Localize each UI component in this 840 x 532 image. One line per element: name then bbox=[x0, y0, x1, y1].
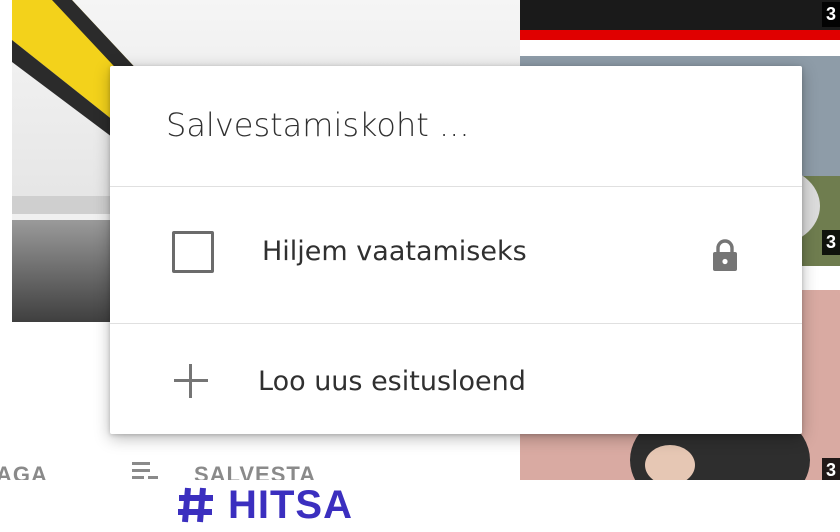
action-label-partial[interactable]: AGA bbox=[0, 462, 48, 480]
logo-text: HITSA bbox=[228, 482, 353, 527]
plus-icon bbox=[174, 364, 208, 398]
playlist-option-label: Hiljem vaatamiseks bbox=[262, 236, 527, 267]
duration-badge: 3 bbox=[821, 2, 840, 27]
save-to-playlist-menu: Salvestamiskoht ... Hiljem vaatamiseks L… bbox=[110, 66, 802, 434]
playlist-add-icon[interactable] bbox=[132, 462, 158, 480]
watch-progress-bar bbox=[520, 30, 840, 40]
create-playlist-label: Loo uus esitusloend bbox=[258, 366, 526, 397]
menu-title: Salvestamiskoht ... bbox=[166, 106, 470, 144]
duration-badge: 3 bbox=[821, 230, 840, 255]
save-button[interactable]: SALVESTA bbox=[194, 462, 316, 480]
related-video-thumbnail[interactable]: 3 bbox=[520, 0, 840, 40]
video-actions: AGA SALVESTA bbox=[0, 450, 520, 480]
duration-badge: 3 bbox=[821, 458, 840, 480]
hitsa-logo: HITSA bbox=[176, 482, 353, 528]
watch-later-checkbox[interactable] bbox=[172, 231, 214, 273]
hash-icon bbox=[178, 487, 213, 523]
lock-icon bbox=[713, 239, 737, 271]
